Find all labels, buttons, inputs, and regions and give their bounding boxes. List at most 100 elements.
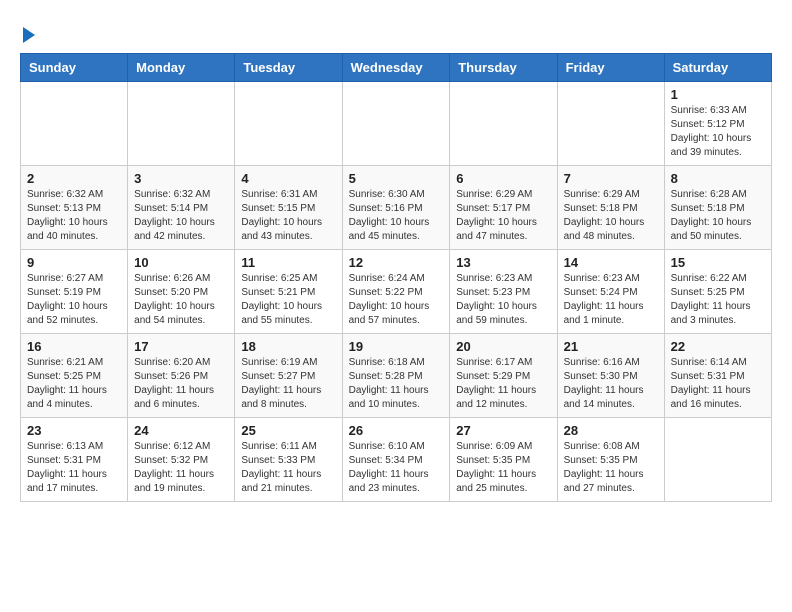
- calendar-cell: 28 Sunrise: 6:08 AM Sunset: 5:35 PM Dayli…: [557, 418, 664, 502]
- day-number: 8: [671, 171, 765, 186]
- calendar-cell: 26 Sunrise: 6:10 AM Sunset: 5:34 PM Dayli…: [342, 418, 450, 502]
- calendar-table: SundayMondayTuesdayWednesdayThursdayFrid…: [20, 53, 772, 502]
- day-info: Sunrise: 6:29 AM Sunset: 5:18 PM Dayligh…: [564, 188, 658, 244]
- day-number: 10: [134, 255, 228, 270]
- calendar-header-tuesday: Tuesday: [235, 54, 342, 82]
- day-number: 25: [241, 423, 335, 438]
- calendar-cell: 24 Sunrise: 6:12 AM Sunset: 5:32 PM Dayli…: [128, 418, 235, 502]
- calendar-cell: 3Sunrise: 6:32 AM Sunset: 5:14 PM Daylig…: [128, 166, 235, 250]
- calendar-header-sunday: Sunday: [21, 54, 128, 82]
- day-number: 3: [134, 171, 228, 186]
- calendar-cell: 1 Sunrise: 6:33 AM Sunset: 5:12 PM Daylig…: [664, 82, 771, 166]
- day-info: Sunrise: 6:23 AM Sunset: 5:23 PM Dayligh…: [456, 272, 550, 328]
- calendar-week-1: 1 Sunrise: 6:33 AM Sunset: 5:12 PM Daylig…: [21, 82, 772, 166]
- calendar-header-monday: Monday: [128, 54, 235, 82]
- calendar-cell: 14 Sunrise: 6:23 AM Sunset: 5:24 PM Dayli…: [557, 250, 664, 334]
- calendar-cell: 11 Sunrise: 6:25 AM Sunset: 5:21 PM Dayli…: [235, 250, 342, 334]
- day-info: Sunrise: 6:13 AM Sunset: 5:31 PM Dayligh…: [27, 440, 121, 496]
- day-info: Sunrise: 6:18 AM Sunset: 5:28 PM Dayligh…: [349, 356, 444, 412]
- calendar-cell: [21, 82, 128, 166]
- day-info: Sunrise: 6:09 AM Sunset: 5:35 PM Dayligh…: [456, 440, 550, 496]
- calendar-cell: 2 Sunrise: 6:32 AM Sunset: 5:13 PM Daylig…: [21, 166, 128, 250]
- day-number: 4: [241, 171, 335, 186]
- calendar-cell: 9Sunrise: 6:27 AM Sunset: 5:19 PM Daylig…: [21, 250, 128, 334]
- calendar-header-friday: Friday: [557, 54, 664, 82]
- day-number: 14: [564, 255, 658, 270]
- day-info: Sunrise: 6:31 AM Sunset: 5:15 PM Dayligh…: [241, 188, 335, 244]
- page-header: [20, 20, 772, 43]
- day-info: Sunrise: 6:26 AM Sunset: 5:20 PM Dayligh…: [134, 272, 228, 328]
- day-number: 18: [241, 339, 335, 354]
- calendar-cell: [235, 82, 342, 166]
- day-info: Sunrise: 6:20 AM Sunset: 5:26 PM Dayligh…: [134, 356, 228, 412]
- day-info: Sunrise: 6:21 AM Sunset: 5:25 PM Dayligh…: [27, 356, 121, 412]
- calendar-cell: [557, 82, 664, 166]
- calendar-cell: 13 Sunrise: 6:23 AM Sunset: 5:23 PM Dayli…: [450, 250, 557, 334]
- day-number: 12: [349, 255, 444, 270]
- day-info: Sunrise: 6:22 AM Sunset: 5:25 PM Dayligh…: [671, 272, 765, 328]
- day-number: 15: [671, 255, 765, 270]
- calendar-cell: 27 Sunrise: 6:09 AM Sunset: 5:35 PM Dayli…: [450, 418, 557, 502]
- calendar-cell: 20 Sunrise: 6:17 AM Sunset: 5:29 PM Dayli…: [450, 334, 557, 418]
- calendar-cell: 25 Sunrise: 6:11 AM Sunset: 5:33 PM Dayli…: [235, 418, 342, 502]
- calendar-header-row: SundayMondayTuesdayWednesdayThursdayFrid…: [21, 54, 772, 82]
- calendar-week-3: 9Sunrise: 6:27 AM Sunset: 5:19 PM Daylig…: [21, 250, 772, 334]
- day-number: 22: [671, 339, 765, 354]
- calendar-cell: 21Sunrise: 6:16 AM Sunset: 5:30 PM Dayli…: [557, 334, 664, 418]
- day-info: Sunrise: 6:33 AM Sunset: 5:12 PM Dayligh…: [671, 104, 765, 160]
- day-info: Sunrise: 6:23 AM Sunset: 5:24 PM Dayligh…: [564, 272, 658, 328]
- calendar-cell: 15 Sunrise: 6:22 AM Sunset: 5:25 PM Dayli…: [664, 250, 771, 334]
- calendar-cell: [128, 82, 235, 166]
- calendar-cell: 4 Sunrise: 6:31 AM Sunset: 5:15 PM Daylig…: [235, 166, 342, 250]
- day-number: 20: [456, 339, 550, 354]
- logo-arrow-icon: [23, 27, 35, 43]
- calendar-cell: 7Sunrise: 6:29 AM Sunset: 5:18 PM Daylig…: [557, 166, 664, 250]
- calendar-cell: 10 Sunrise: 6:26 AM Sunset: 5:20 PM Dayli…: [128, 250, 235, 334]
- calendar-cell: 12 Sunrise: 6:24 AM Sunset: 5:22 PM Dayli…: [342, 250, 450, 334]
- calendar-header-thursday: Thursday: [450, 54, 557, 82]
- day-info: Sunrise: 6:25 AM Sunset: 5:21 PM Dayligh…: [241, 272, 335, 328]
- day-number: 17: [134, 339, 228, 354]
- day-number: 27: [456, 423, 550, 438]
- day-number: 9: [27, 255, 121, 270]
- day-info: Sunrise: 6:08 AM Sunset: 5:35 PM Dayligh…: [564, 440, 658, 496]
- day-info: Sunrise: 6:11 AM Sunset: 5:33 PM Dayligh…: [241, 440, 335, 496]
- day-number: 26: [349, 423, 444, 438]
- day-number: 21: [564, 339, 658, 354]
- calendar-cell: 17 Sunrise: 6:20 AM Sunset: 5:26 PM Dayli…: [128, 334, 235, 418]
- day-number: 16: [27, 339, 121, 354]
- day-number: 19: [349, 339, 444, 354]
- day-number: 1: [671, 87, 765, 102]
- calendar-header-saturday: Saturday: [664, 54, 771, 82]
- logo: [20, 25, 35, 43]
- day-number: 24: [134, 423, 228, 438]
- day-info: Sunrise: 6:29 AM Sunset: 5:17 PM Dayligh…: [456, 188, 550, 244]
- day-info: Sunrise: 6:17 AM Sunset: 5:29 PM Dayligh…: [456, 356, 550, 412]
- day-number: 13: [456, 255, 550, 270]
- day-info: Sunrise: 6:10 AM Sunset: 5:34 PM Dayligh…: [349, 440, 444, 496]
- day-number: 11: [241, 255, 335, 270]
- calendar-cell: 19 Sunrise: 6:18 AM Sunset: 5:28 PM Dayli…: [342, 334, 450, 418]
- calendar-cell: 8 Sunrise: 6:28 AM Sunset: 5:18 PM Daylig…: [664, 166, 771, 250]
- calendar-cell: 5 Sunrise: 6:30 AM Sunset: 5:16 PM Daylig…: [342, 166, 450, 250]
- calendar-week-4: 16 Sunrise: 6:21 AM Sunset: 5:25 PM Dayli…: [21, 334, 772, 418]
- day-info: Sunrise: 6:24 AM Sunset: 5:22 PM Dayligh…: [349, 272, 444, 328]
- day-info: Sunrise: 6:28 AM Sunset: 5:18 PM Dayligh…: [671, 188, 765, 244]
- day-number: 6: [456, 171, 550, 186]
- calendar-cell: 16 Sunrise: 6:21 AM Sunset: 5:25 PM Dayli…: [21, 334, 128, 418]
- day-number: 23: [27, 423, 121, 438]
- day-info: Sunrise: 6:30 AM Sunset: 5:16 PM Dayligh…: [349, 188, 444, 244]
- calendar-cell: 6 Sunrise: 6:29 AM Sunset: 5:17 PM Daylig…: [450, 166, 557, 250]
- day-number: 2: [27, 171, 121, 186]
- calendar-cell: [664, 418, 771, 502]
- day-info: Sunrise: 6:19 AM Sunset: 5:27 PM Dayligh…: [241, 356, 335, 412]
- day-number: 28: [564, 423, 658, 438]
- day-info: Sunrise: 6:12 AM Sunset: 5:32 PM Dayligh…: [134, 440, 228, 496]
- calendar-week-2: 2 Sunrise: 6:32 AM Sunset: 5:13 PM Daylig…: [21, 166, 772, 250]
- day-number: 5: [349, 171, 444, 186]
- day-info: Sunrise: 6:32 AM Sunset: 5:13 PM Dayligh…: [27, 188, 121, 244]
- calendar-cell: 22Sunrise: 6:14 AM Sunset: 5:31 PM Dayli…: [664, 334, 771, 418]
- calendar-header-wednesday: Wednesday: [342, 54, 450, 82]
- calendar-week-5: 23 Sunrise: 6:13 AM Sunset: 5:31 PM Dayli…: [21, 418, 772, 502]
- calendar-cell: 23 Sunrise: 6:13 AM Sunset: 5:31 PM Dayli…: [21, 418, 128, 502]
